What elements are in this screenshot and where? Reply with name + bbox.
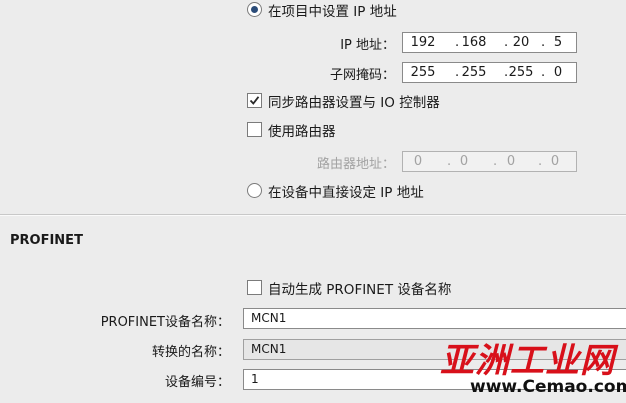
device-number-label: 设备编号：	[164, 375, 230, 390]
device-name-label: PROFINET设备名称：	[100, 315, 230, 330]
router-octet-2: 0	[459, 154, 469, 169]
ip-octet-2: 168	[461, 35, 487, 50]
mask-octet-4: 0	[553, 65, 563, 80]
radio-set-ip-in-project-label: 在项目中设置 IP 地址	[268, 4, 397, 20]
use-router-label: 使用路由器	[268, 124, 336, 140]
profinet-section-title: PROFINET	[10, 233, 83, 248]
watermark-url: www.Cemao.com	[470, 377, 626, 397]
device-name-input[interactable]: MCN1	[243, 308, 626, 329]
mask-octet-3: 255	[508, 65, 534, 80]
auto-name-label: 自动生成 PROFINET 设备名称	[268, 282, 452, 298]
subnet-mask-label: 子网掩码：	[329, 68, 395, 83]
ip-address-field[interactable]: 192 . 168 . 20 . 5	[402, 32, 577, 53]
ip-octet-4: 5	[553, 35, 563, 50]
checkmark-icon	[249, 96, 260, 105]
router-address-field: 0 . 0 . 0 . 0	[402, 151, 577, 172]
mask-octet-2: 255	[461, 65, 487, 80]
ip-octet-3: 20	[512, 35, 530, 50]
router-octet-1: 0	[413, 154, 423, 169]
use-router-checkbox[interactable]	[247, 122, 262, 137]
ip-octet-1: 192	[410, 35, 436, 50]
auto-name-checkbox[interactable]	[247, 280, 262, 295]
router-octet-3: 0	[506, 154, 516, 169]
radio-set-ip-on-device-label: 在设备中直接设定 IP 地址	[268, 185, 424, 201]
router-address-label: 路由器地址：	[316, 157, 395, 172]
section-divider-highlight	[0, 215, 626, 216]
watermark-logo: 亚洲工业网	[440, 341, 615, 381]
converted-name-label: 转换的名称：	[151, 345, 230, 360]
sync-router-checkbox[interactable]	[247, 93, 262, 108]
sync-router-label: 同步路由器设置与 IO 控制器	[268, 95, 440, 111]
mask-octet-1: 255	[410, 65, 436, 80]
router-octet-4: 0	[550, 154, 560, 169]
radio-set-ip-in-project[interactable]	[247, 2, 262, 17]
ip-address-label: IP 地址：	[340, 38, 395, 53]
radio-set-ip-on-device[interactable]	[247, 183, 262, 198]
subnet-mask-field[interactable]: 255 . 255 . 255 . 0	[402, 62, 577, 83]
